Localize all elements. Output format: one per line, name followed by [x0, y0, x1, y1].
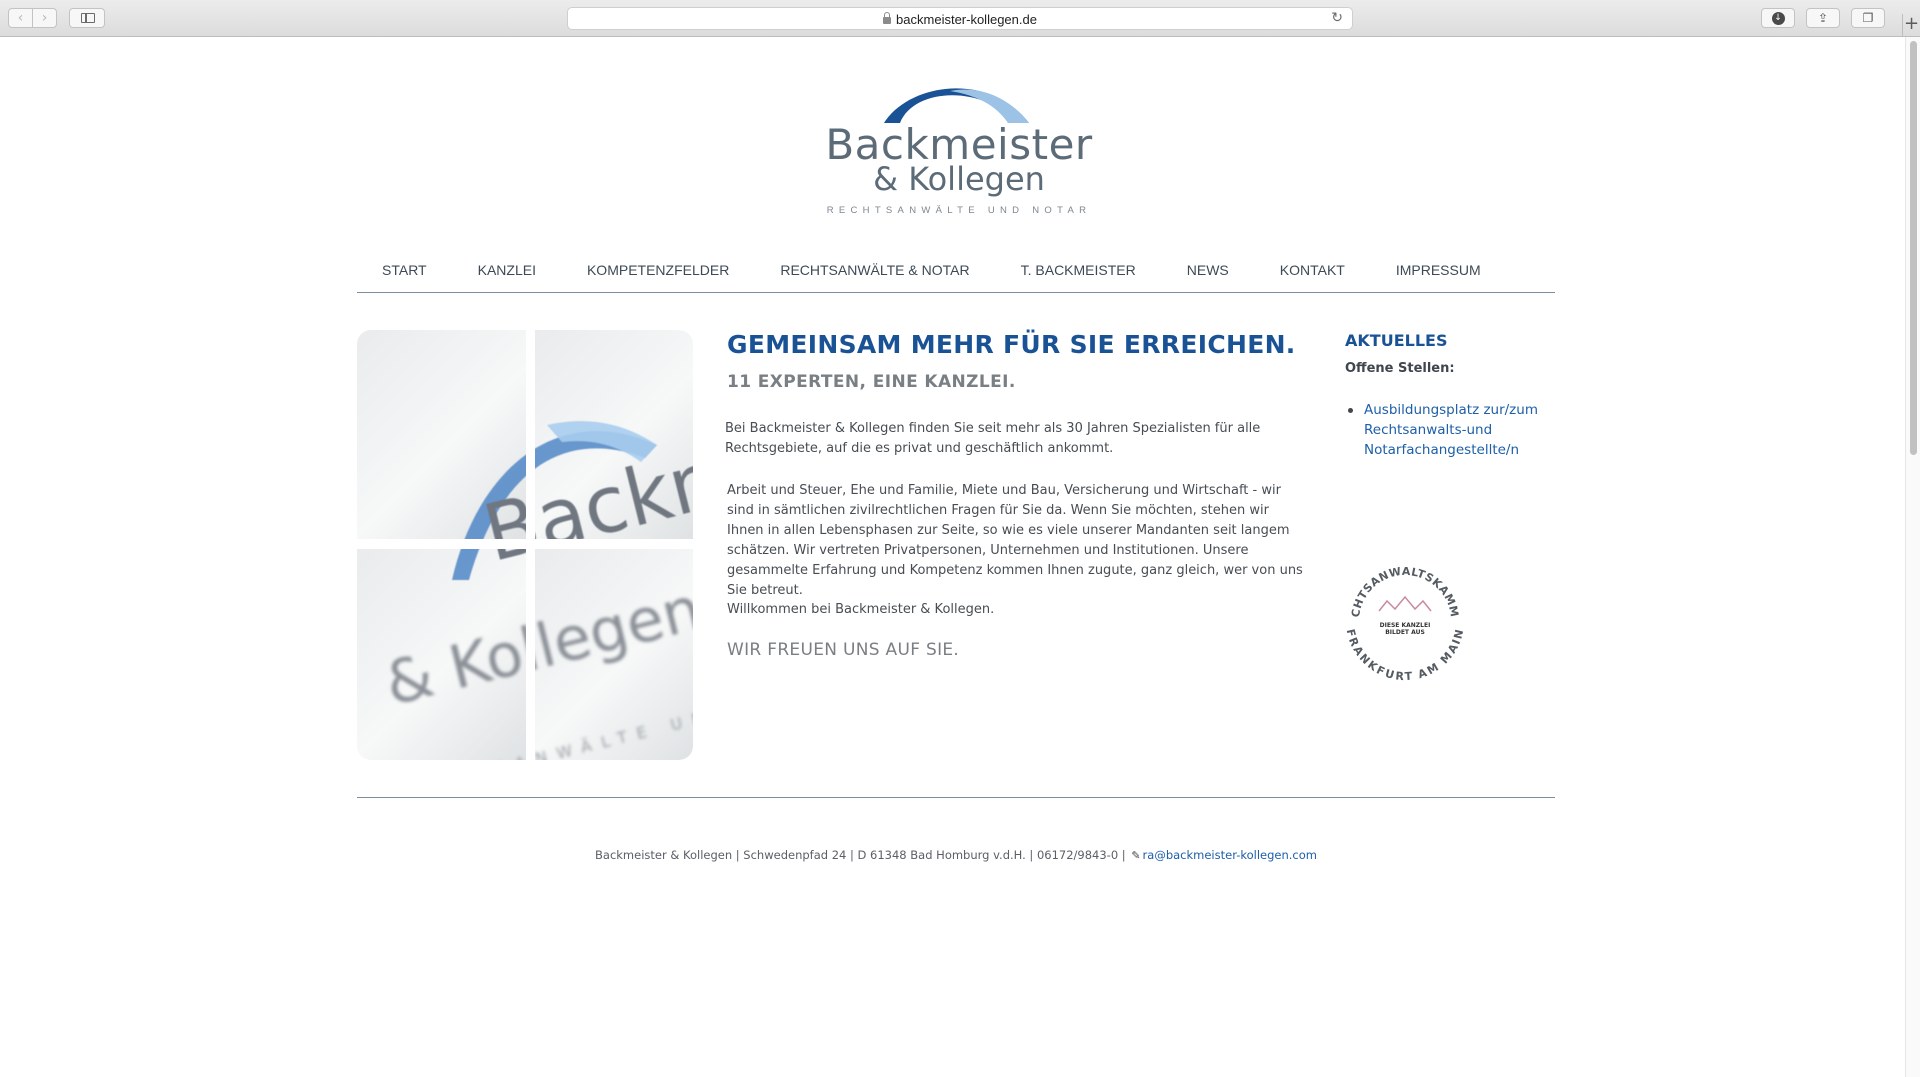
web-page: Backmeister & Kollegen RECHTSANWÄLTE UND… [0, 37, 1905, 1077]
closing-tagline: WIR FREUEN UNS AUF SIE. [727, 640, 960, 660]
tabs-overview-button[interactable]: ❐ [1851, 8, 1885, 28]
downloads-button[interactable]: ↓ [1761, 8, 1795, 28]
intro-paragraph: Bei Backmeister & Kollegen finden Sie se… [725, 421, 1261, 456]
site-logo[interactable]: Backmeister & Kollegen [804, 75, 1114, 217]
nav-item-kontakt[interactable]: KONTAKT [1280, 259, 1345, 278]
hero-text-line2: & Kollegen [378, 574, 693, 720]
address-bar[interactable]: backmeister-kollegen.de ↻ [567, 7, 1353, 30]
browser-toolbar: ‹ › backmeister-kollegen.de ↻ ↓ ⇪ ❐ + [0, 0, 1920, 37]
chamber-seal-badge: RECHTSANWALTSKAMMER FRANKFURT AM MAIN DI… [1341, 551, 1466, 683]
open-positions-label: Offene Stellen: [1345, 361, 1455, 376]
sidebar-toggle-button[interactable] [69, 8, 105, 28]
svg-text:RECHTSANWALTSKAMMER: RECHTSANWALTSKAMMER [1345, 561, 1461, 618]
nav-item-kanzlei[interactable]: KANZLEI [478, 259, 536, 278]
nav-item-impressum[interactable]: IMPRESSUM [1396, 259, 1481, 278]
logo-tagline: RECHTSANWÄLTE UND NOTAR [826, 205, 1092, 216]
nav-item-news[interactable]: NEWS [1187, 259, 1229, 278]
new-tab-button[interactable]: + [1902, 14, 1920, 36]
nav-item-t-backmeister[interactable]: T. BACKMEISTER [1021, 259, 1136, 278]
main-content: GEMEINSAM MEHR FÜR SIE ERREICHEN. 11 EXP… [725, 330, 1307, 660]
share-button[interactable]: ⇪ [1806, 8, 1840, 28]
logo-name-line2: & Kollegen [873, 160, 1045, 198]
footer: Backmeister & Kollegen | Schwedenpfad 24… [357, 848, 1555, 862]
sidebar-icon [81, 13, 95, 23]
job-list: Ausbildungsplatz zur/zum Rechtsanwalts-u… [1345, 400, 1555, 460]
nav-item-start[interactable]: START [382, 259, 427, 278]
page-subtitle: 11 EXPERTEN, EINE KANZLEI. [727, 372, 1016, 392]
welcome-paragraph: Willkommen bei Backmeister & Kollegen. [727, 602, 995, 617]
paperclip-icon: ✎ [1131, 849, 1141, 862]
url-text: backmeister-kollegen.de [896, 12, 1037, 27]
footer-address: Backmeister & Kollegen | Schwedenpfad 24… [595, 848, 1126, 862]
nav-item-kompetenzfelder[interactable]: KOMPETENZFELDER [587, 259, 729, 278]
nav-item-rechtsanwaelte-notar[interactable]: RECHTSANWÄLTE & NOTAR [780, 259, 969, 278]
seal-center-line2: BILDET AUS [1385, 629, 1425, 636]
chevron-left-icon: ‹ [17, 10, 24, 26]
lock-icon [883, 12, 892, 24]
seal-ring-top: RECHTSANWALTSKAMMER [1341, 551, 1461, 618]
services-paragraph: Arbeit und Steuer, Ehe und Familie, Miet… [727, 483, 1303, 598]
chevron-right-icon: › [41, 10, 48, 26]
footer-email-link[interactable]: ra@backmeister-kollegen.com [1143, 848, 1317, 862]
plus-icon: + [1903, 13, 1920, 34]
download-icon: ↓ [1771, 12, 1785, 25]
seal-center-line1: DIESE KANZLEI [1380, 622, 1431, 629]
job-link[interactable]: Ausbildungsplatz zur/zum Rechtsanwalts-u… [1345, 400, 1555, 460]
page-title: GEMEINSAM MEHR FÜR SIE ERREICHEN. [727, 330, 1296, 359]
news-sidebar: AKTUELLES Offene Stellen: Ausbildungspla… [1345, 331, 1555, 460]
hero-logo-graphic: Backmeister & Kollegen RECHTSANWÄLTE UND… [357, 330, 693, 760]
scrollbar[interactable] [1905, 37, 1920, 1077]
skyline-icon [1378, 595, 1432, 612]
main-navigation: START KANZLEI KOMPETENZFELDER RECHTSANWÄ… [357, 259, 1555, 293]
footer-divider [357, 797, 1555, 798]
back-button[interactable]: ‹ [8, 8, 33, 28]
news-title: AKTUELLES [1345, 331, 1448, 350]
hero-image: Backmeister & Kollegen RECHTSANWÄLTE UND… [357, 330, 693, 760]
scrollbar-thumb[interactable] [1910, 41, 1917, 455]
forward-button[interactable]: › [32, 8, 57, 28]
reload-icon[interactable]: ↻ [1331, 10, 1343, 26]
chamber-seal: RECHTSANWALTSKAMMER FRANKFURT AM MAIN DI… [1341, 551, 1466, 683]
share-icon: ⇪ [1817, 11, 1829, 25]
tabs-icon: ❐ [1862, 11, 1874, 25]
